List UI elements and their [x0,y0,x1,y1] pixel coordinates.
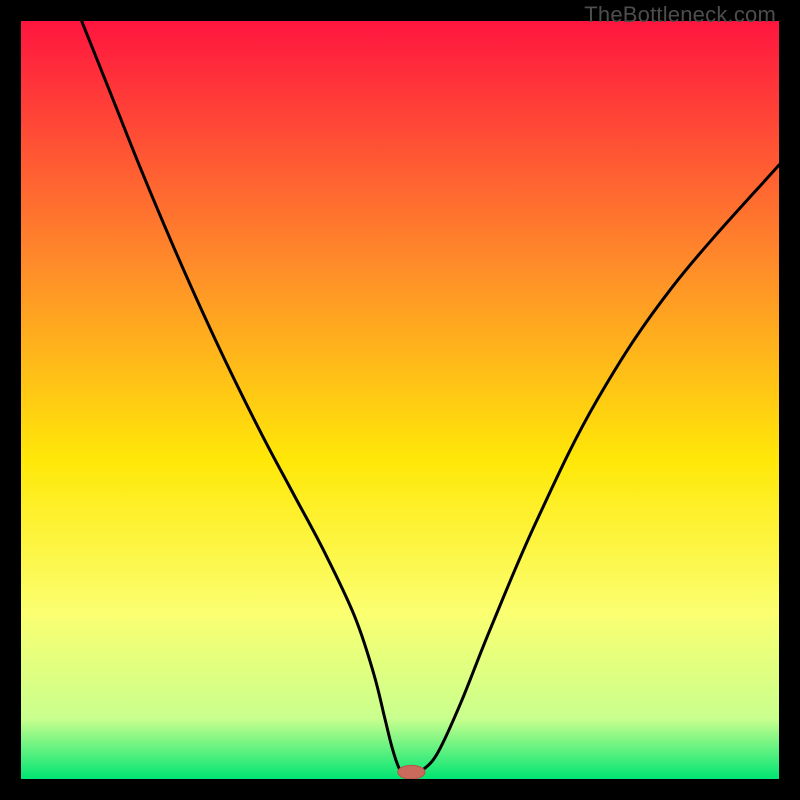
chart-frame: TheBottleneck.com [0,0,800,800]
chart-svg [21,21,779,779]
watermark-text: TheBottleneck.com [584,2,776,28]
optimum-marker [398,765,425,779]
plot-area [21,21,779,779]
gradient-background [21,21,779,779]
